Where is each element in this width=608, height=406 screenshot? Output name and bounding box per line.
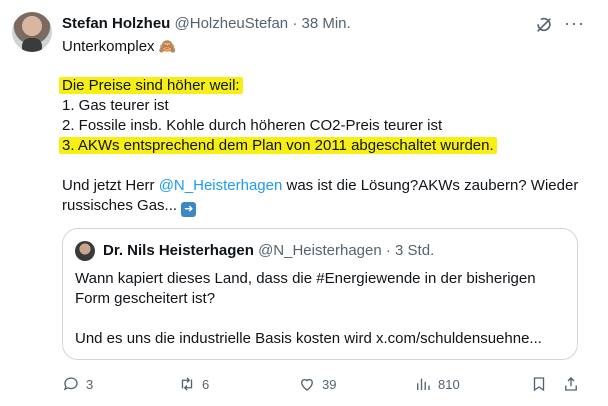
quoted-tweet[interactable]: Dr. Nils Heisterhagen @N_Heisterhagen · … — [62, 228, 578, 360]
views-count: 810 — [438, 376, 460, 392]
mention-link[interactable]: @N_Heisterhagen — [159, 177, 283, 194]
tweet-last-line-text: russisches Gas... — [62, 197, 178, 214]
text-after-mention: was ist die Lösung?AKWs zaubern? Wieder — [282, 177, 579, 194]
repost-count: 6 — [202, 376, 210, 392]
quoted-time: 3 Std. — [395, 242, 435, 259]
reply-count: 3 — [86, 376, 94, 392]
list-item-3-highlight: 3. AKWs entsprechend dem Plan von 2011 a… — [59, 137, 497, 154]
see-no-evil-monkey-icon: 🙈 — [158, 38, 177, 54]
author-avatar[interactable] — [12, 12, 52, 52]
highlight-intro: Die Preise sind höher weil: — [59, 77, 243, 94]
tweet-time[interactable]: 38 Min. — [302, 15, 351, 32]
tweet-last-line: russisches Gas... ➜ — [62, 196, 552, 217]
quoted-text: Wann kapiert dieses Land, dass die #Ener… — [75, 269, 565, 349]
quoted-author-handle: @N_Heisterhagen — [258, 242, 382, 259]
bookmark-icon — [533, 377, 545, 392]
quoted-line-2: Form gescheitert ist? — [75, 290, 216, 307]
quoted-line-1: Wann kapiert dieses Land, dass die #Ener… — [75, 270, 536, 287]
author-name[interactable]: Stefan Holzheu — [62, 15, 170, 32]
views-button[interactable]: 810 — [414, 372, 460, 396]
right-arrow-icon: ➜ — [181, 202, 197, 217]
like-button[interactable]: 39 — [298, 372, 336, 396]
list-item-2: 2. Fossile insb. Kohle durch höheren CO2… — [62, 117, 443, 134]
header-separator: · — [292, 15, 298, 32]
share-icon — [565, 377, 577, 391]
tweet-text: Unterkomplex 🙈 Die Preise sind höher wei… — [59, 36, 578, 217]
text-before-mention: Und jetzt Herr — [62, 177, 159, 194]
quoted-line-3: Und es uns die industrielle Basis kosten… — [75, 330, 542, 347]
quoted-author-avatar — [75, 241, 95, 261]
heart-icon — [301, 378, 313, 391]
reply-icon — [63, 377, 78, 391]
share-button[interactable] — [562, 372, 580, 396]
reply-button[interactable]: 3 — [62, 372, 93, 396]
more-options-icon[interactable]: ··· — [564, 13, 584, 33]
repost-button[interactable]: 6 — [178, 372, 209, 396]
tweet-question-line: Und jetzt Herr @N_Heisterhagen was ist d… — [62, 176, 578, 196]
like-count: 39 — [322, 376, 337, 392]
tweet-line-1: Unterkomplex 🙈 — [62, 36, 552, 56]
tweet-header: Stefan Holzheu @HolzheuStefan · 38 Min. — [62, 14, 351, 34]
quoted-separator: · — [385, 242, 391, 259]
views-icon — [417, 378, 430, 390]
list-item-1: 1. Gas teurer ist — [62, 97, 169, 114]
bookmark-button[interactable] — [530, 372, 548, 396]
tweet-line-1-text: Unterkomplex — [62, 38, 155, 55]
action-bar: 3 6 39 810 — [62, 372, 588, 396]
grok-icon[interactable] — [534, 15, 554, 35]
repost-icon — [181, 377, 193, 391]
quoted-header: Dr. Nils Heisterhagen @N_Heisterhagen · … — [103, 241, 434, 261]
quoted-author-name: Dr. Nils Heisterhagen — [103, 242, 254, 259]
author-handle[interactable]: @HolzheuStefan — [175, 15, 289, 32]
